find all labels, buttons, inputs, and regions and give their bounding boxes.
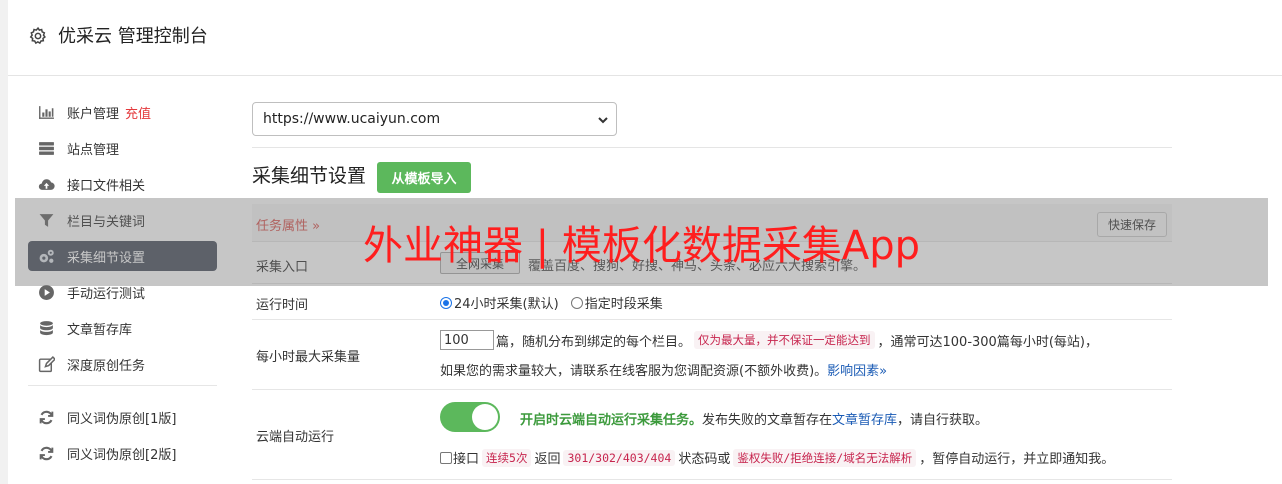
cloud-text-a: 发布失败的文章暂存在 xyxy=(702,413,833,428)
watermark-text: 外业神器 | 模板化数据采集App xyxy=(362,223,921,269)
gear-icon xyxy=(29,26,46,45)
recharge-link[interactable]: 充值 xyxy=(125,103,151,122)
sidebar-item-label: 接口文件相关 xyxy=(67,178,146,194)
max-rate-row: 每小时最大采集量 100 篇，随机分布到绑定的每个栏目。 仅为最大量，并不保证一… xyxy=(252,320,1172,390)
page-title: 优采云 管理控制台 xyxy=(58,26,208,47)
database-icon xyxy=(40,320,53,335)
runtime-scheduled-radio[interactable] xyxy=(570,296,583,309)
pause-code-2: 301/302/403/404 xyxy=(563,449,676,466)
sidebar-item-synonym-v1[interactable]: 同义词伪原创[1版] xyxy=(28,402,217,432)
max-rate-text-2: ，通常可达100-300篇每小时(每站)， xyxy=(877,334,1098,350)
sidebar-item-label: 账户管理 xyxy=(67,106,120,122)
refresh-icon xyxy=(39,446,54,460)
max-rate-note-text: 如果您的需求量较大，请联系在线客服为您调配资源(不额外收费)。 xyxy=(440,364,828,379)
sidebar-item-label: 文章暂存库 xyxy=(67,322,133,338)
cloud-auto-run-toggle[interactable] xyxy=(440,402,500,432)
server-icon xyxy=(39,141,54,155)
cloud-auto-run-label: 云端自动运行 xyxy=(256,430,335,445)
sidebar-item-label: 同义词伪原创[1版] xyxy=(67,411,177,427)
runtime-scheduled-label[interactable]: 指定时段采集 xyxy=(585,293,663,312)
impact-factors-chevron[interactable]: » xyxy=(879,364,887,379)
pause-on-error-checkbox[interactable] xyxy=(440,451,452,464)
header-bar: 优采云 管理控制台 xyxy=(8,0,1282,76)
bar-chart-icon xyxy=(39,105,54,119)
impact-factors-link[interactable]: 影响因素 xyxy=(827,364,879,379)
sidebar-item-interface-files[interactable]: 接口文件相关 xyxy=(28,169,217,199)
sidebar-item-article-storage[interactable]: 文章暂存库 xyxy=(28,313,217,343)
runtime-radio-group: 24小时采集(默认) 指定时段采集 xyxy=(440,293,675,312)
chevron-down-icon xyxy=(598,117,608,124)
edit-icon xyxy=(38,355,55,372)
runtime-24h-radio[interactable] xyxy=(440,296,452,309)
sidebar-item-deep-original[interactable]: 深度原创任务 xyxy=(28,349,217,379)
section-title: 采集细节设置 xyxy=(252,165,367,187)
site-select[interactable]: https://www.ucaiyun.com xyxy=(252,102,617,136)
max-rate-note: 如果您的需求量较大，请联系在线客服为您调配资源(不额外收费)。影响因素» xyxy=(440,360,887,379)
site-select-value: https://www.ucaiyun.com xyxy=(263,111,441,127)
cloud-auto-run-green-text: 开启时云端自动运行采集任务。 xyxy=(520,413,703,428)
runtime-label: 运行时间 xyxy=(256,298,309,313)
pause-code-1: 连续5次 xyxy=(482,448,532,467)
max-rate-warning: 仅为最大量，并不保证一定能达到 xyxy=(694,331,875,349)
import-from-template-button[interactable]: 从模板导入 xyxy=(377,162,471,193)
sidebar-item-label: 同义词伪原创[2版] xyxy=(67,447,177,463)
section-divider xyxy=(252,147,1172,148)
pause-on-error-line: 接口 连续5次 返回 301/302/403/404 状态码或 鉴权失败/拒绝连… xyxy=(440,448,1114,467)
pause-text-a: 接口 xyxy=(453,452,480,467)
article-storage-link[interactable]: 文章暂存库 xyxy=(832,413,897,428)
max-rate-line: 100 篇，随机分布到绑定的每个栏目。 仅为最大量，并不保证一定能达到 ，通常可… xyxy=(440,330,1098,350)
pause-text-c: 状态码或 xyxy=(678,452,731,467)
max-rate-input[interactable]: 100 xyxy=(440,330,494,350)
pause-text-b: 返回 xyxy=(534,452,561,467)
pause-text-d: ，暂停自动运行，并立即通知我。 xyxy=(919,452,1115,467)
cloud-auto-run-row: 云端自动运行 开启时云端自动运行采集任务。发布失败的文章暂存在文章暂存库，请自行… xyxy=(252,390,1172,480)
max-rate-label: 每小时最大采集量 xyxy=(256,350,361,365)
sidebar-item-synonym-v2[interactable]: 同义词伪原创[2版] xyxy=(28,438,217,468)
cloud-text-b: ，请自行获取。 xyxy=(897,413,989,428)
play-circle-icon xyxy=(39,284,54,300)
sidebar-item-label: 站点管理 xyxy=(67,142,120,158)
runtime-24h-label[interactable]: 24小时采集(默认) xyxy=(454,293,559,312)
refresh-icon xyxy=(39,410,54,424)
sidebar-item-sites[interactable]: 站点管理 xyxy=(28,133,217,163)
sidebar-divider xyxy=(28,385,217,386)
sidebar-item-account[interactable]: 账户管理 充值 xyxy=(28,97,217,127)
pause-code-3: 鉴权失败/拒绝连接/域名无法解析 xyxy=(733,448,917,467)
runtime-row: 运行时间 24小时采集(默认) 指定时段采集 xyxy=(252,284,1172,320)
cloud-auto-run-desc: 开启时云端自动运行采集任务。发布失败的文章暂存在文章暂存库，请自行获取。 xyxy=(520,409,988,428)
cloud-upload-icon xyxy=(38,178,55,190)
sidebar-item-label: 深度原创任务 xyxy=(67,358,146,374)
max-rate-text: 篇，随机分布到绑定的每个栏目。 xyxy=(496,334,692,350)
